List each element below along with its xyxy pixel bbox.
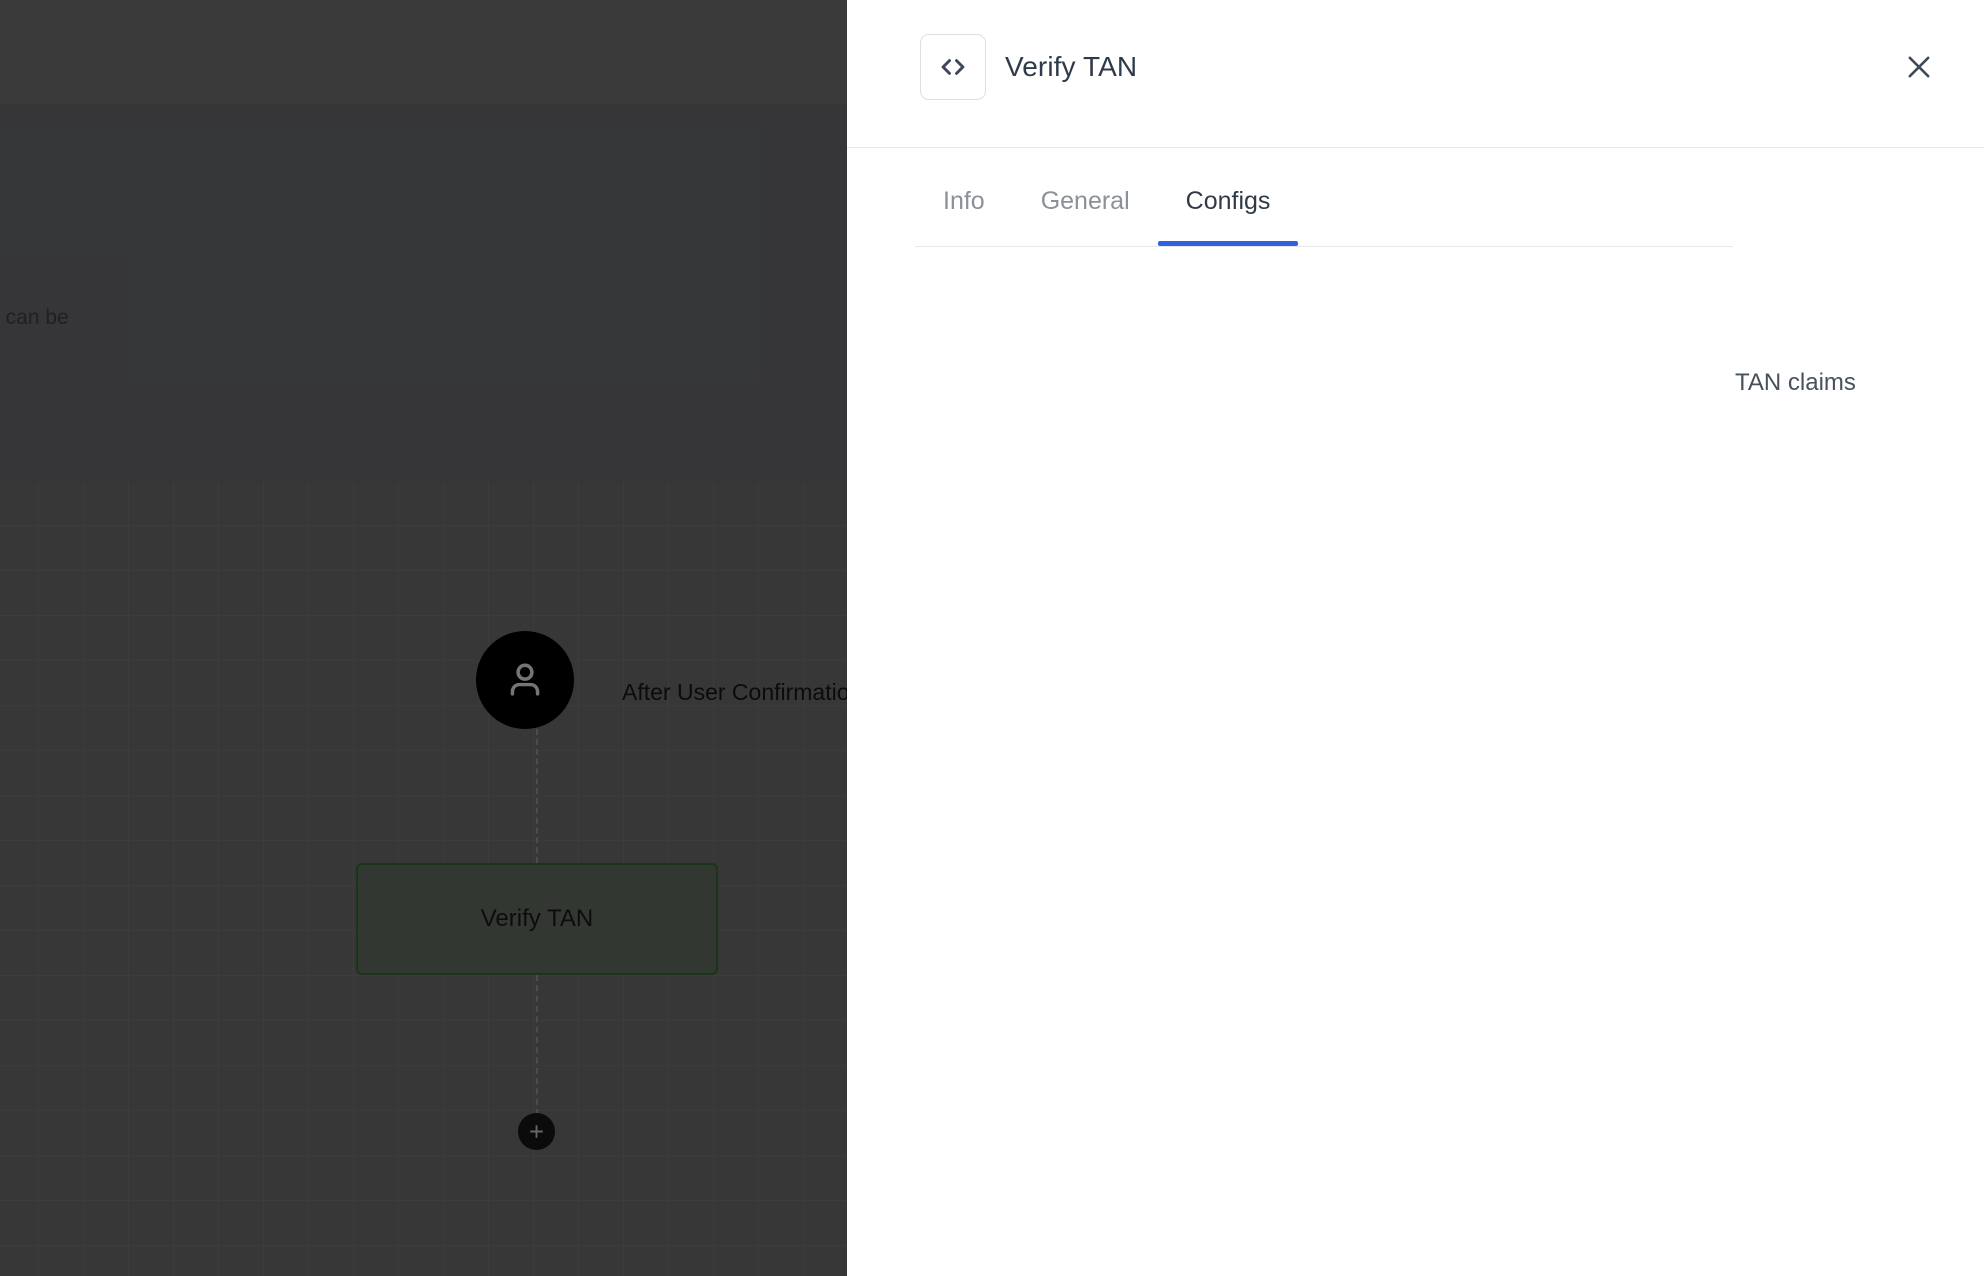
flow-connector-upper (536, 729, 538, 863)
details-side-panel: Verify TAN Info General Configs TAN clai… (847, 0, 1984, 1276)
flow-node-verify-tan[interactable]: Verify TAN (356, 863, 718, 975)
start-node-label: After User Confirmation (622, 679, 848, 705)
workflow-canvas[interactable]: t can be After User Confirmation Verify … (0, 0, 848, 1276)
panel-title: Verify TAN (1005, 51, 1138, 82)
panel-header: Verify TAN (847, 0, 1984, 148)
close-icon (1902, 50, 1936, 89)
flow-connector-lower (536, 975, 538, 1115)
tab-general[interactable]: General (1013, 171, 1158, 246)
background-text-fragment: t can be (0, 306, 69, 329)
panel-tab-bar[interactable]: Info General Configs (915, 171, 1733, 247)
tab-info[interactable]: Info (915, 171, 1013, 246)
person-icon (499, 654, 551, 706)
canvas-band-middle (0, 104, 848, 482)
canvas-band-top (0, 0, 848, 104)
plus-icon (527, 1122, 546, 1141)
close-button[interactable] (1897, 47, 1941, 91)
tan-claims-label: TAN claims (1735, 369, 1856, 396)
start-user-node[interactable] (476, 631, 574, 729)
code-brackets-icon (920, 34, 986, 100)
tab-configs[interactable]: Configs (1157, 171, 1299, 246)
add-node-button[interactable] (518, 1113, 555, 1150)
flow-node-label: Verify TAN (480, 905, 594, 932)
